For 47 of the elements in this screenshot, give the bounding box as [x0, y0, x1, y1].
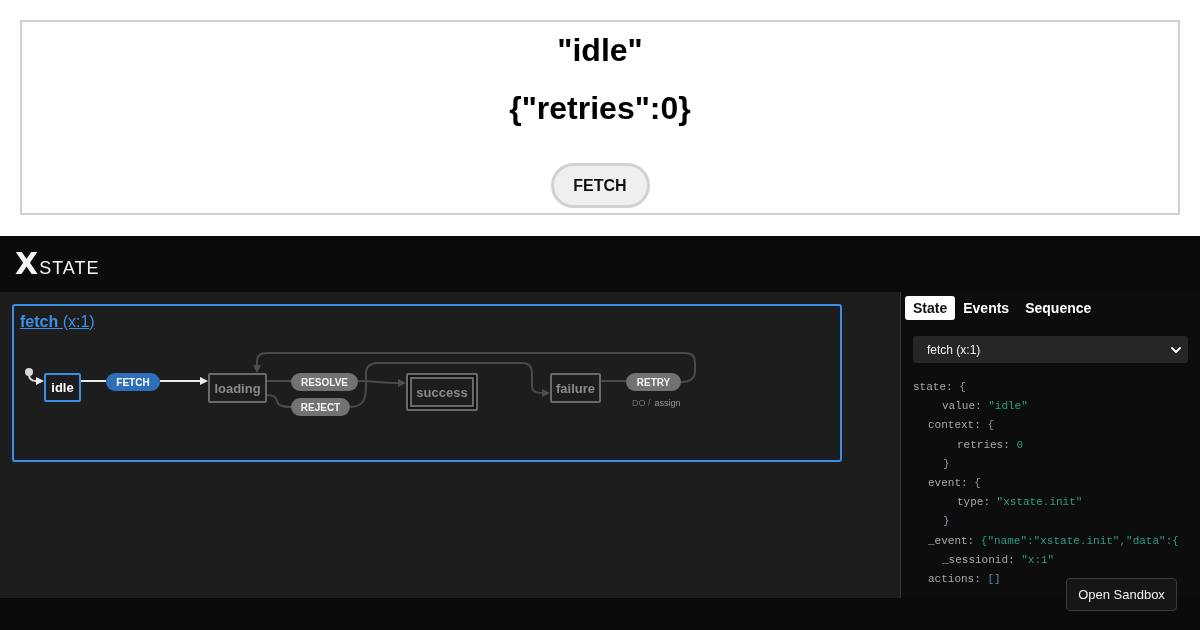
open-sandbox-button[interactable]: Open Sandbox: [1066, 578, 1177, 611]
tree-key: _event:: [928, 534, 975, 547]
machine-link[interactable]: fetch (x:1): [20, 312, 95, 331]
state-node: failure: [550, 373, 601, 403]
tree-value: {: [959, 381, 966, 393]
tree-key: state:: [913, 381, 953, 393]
tree-value: {: [974, 477, 981, 489]
chevron-down-icon: [1171, 346, 1181, 353]
state-node: idle: [44, 373, 81, 402]
tab[interactable]: State: [905, 296, 956, 320]
tree-value: "idle": [988, 400, 1028, 413]
event-pill[interactable]: REJECT: [291, 398, 350, 416]
state-value-text: "idle": [557, 32, 643, 69]
service-select[interactable]: fetch (x:1): [913, 336, 1188, 363]
fetch-button[interactable]: FETCH: [550, 163, 650, 208]
tree-value: "xstate.init": [996, 496, 1083, 509]
xstate-logo: XSTATE: [15, 249, 100, 279]
initial-transition-arrow: [25, 368, 44, 385]
tree-value: []: [987, 573, 1001, 586]
transition-line: [600, 380, 627, 382]
tree-key: retries:: [957, 438, 1010, 451]
tree-value: 0: [1016, 438, 1023, 451]
transition-line: [80, 380, 107, 382]
tree-key: _sessionid:: [942, 553, 1015, 566]
action-name: assign: [654, 398, 681, 409]
actions-label: DO /: [632, 398, 651, 409]
event-pill[interactable]: RETRY: [626, 373, 681, 391]
transition-line: [266, 394, 292, 408]
tree-brace: }: [943, 457, 950, 470]
tree-key: type:: [957, 496, 990, 509]
tree-value: {: [987, 419, 994, 432]
tree-key: context:: [928, 419, 981, 432]
tree-brace: }: [943, 515, 950, 528]
state-node: success: [406, 373, 478, 411]
event-pill[interactable]: RESOLVE: [291, 373, 358, 391]
tree-key: actions:: [928, 573, 981, 586]
transition-arrow: [159, 377, 208, 385]
tree-value: "x:1": [1021, 553, 1055, 566]
context-text: {"retries":0}: [509, 90, 691, 127]
tab[interactable]: Sequence: [1017, 296, 1100, 320]
state-node: loading: [208, 373, 267, 403]
tab[interactable]: Events: [955, 296, 1018, 320]
event-pill[interactable]: FETCH: [106, 373, 160, 391]
tree-key: value:: [942, 400, 982, 413]
transition-line: [266, 380, 292, 382]
tree-key: event:: [928, 477, 968, 489]
tree-value: {"name":"xstate.init","data":{: [980, 534, 1179, 547]
